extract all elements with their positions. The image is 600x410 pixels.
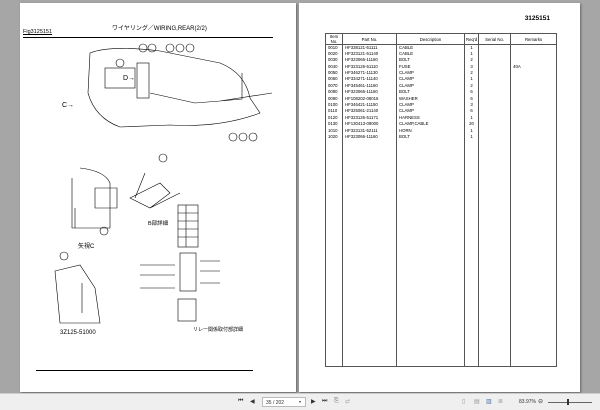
zoom-slider[interactable]	[548, 402, 592, 403]
b-detail-label: B部詳細	[148, 219, 169, 227]
fit-icon[interactable]: ⇄	[345, 398, 350, 405]
rotate-icon[interactable]: ⎘	[334, 398, 339, 405]
col-serial-no: Serial No.	[478, 33, 512, 45]
zoom-out-button[interactable]: ⊖	[538, 398, 543, 405]
view-c-label: 矢視C	[78, 242, 95, 250]
page-dropdown-icon[interactable]: ▾	[299, 399, 301, 404]
first-page-button[interactable]: ⏮	[238, 398, 243, 405]
drawing-page: Fig3125151 ワイヤリング／WIRING,REAR(2/2) C→ D→…	[20, 3, 296, 392]
empty-cell	[325, 140, 343, 368]
empty-cell	[510, 140, 557, 368]
bottom-rule	[36, 370, 253, 371]
zoom-slider-handle[interactable]	[567, 399, 569, 405]
relay-detail-label: リレー関係取付部詳細	[193, 326, 243, 333]
drawing-code: 3Z125-51000	[60, 330, 96, 336]
last-page-button[interactable]: ⏭	[322, 398, 327, 405]
col-reqd: Req'd	[463, 33, 480, 45]
col-part-no: Part No.	[342, 33, 397, 45]
document-number: 3125151	[524, 15, 550, 22]
col-description: Description	[396, 33, 465, 45]
two-page-view-icon[interactable]: ▥	[486, 398, 492, 405]
d-arrow-label: D→	[123, 75, 135, 82]
viewer-toolbar: ⏮ ◀ 35 / 202 ▾ ▶ ⏭ ⎘ ⇄ ▯ ▤ ▥ ≣ 83.97% ⊖	[0, 393, 600, 410]
two-page-continuous-icon[interactable]: ≣	[498, 398, 503, 405]
parts-table: Item No. Part No. Description Req'd Seri…	[325, 33, 557, 368]
empty-cell	[342, 140, 397, 368]
empty-cell	[478, 140, 512, 368]
continuous-view-icon[interactable]: ▤	[474, 398, 480, 405]
empty-cell	[463, 140, 480, 368]
col-remarks: Remarks	[510, 33, 557, 45]
parts-list-page: 3125151 Item No. Part No. Description Re…	[299, 3, 580, 392]
previous-page-button[interactable]: ◀	[250, 398, 255, 405]
next-page-button[interactable]: ▶	[311, 398, 316, 405]
table-filler	[325, 140, 557, 368]
col-item-no: Item No.	[325, 33, 343, 45]
c-arrow-label: C→	[62, 102, 74, 109]
empty-cell	[396, 140, 465, 368]
single-page-view-icon[interactable]: ▯	[462, 398, 465, 405]
zoom-level: 83.97%	[519, 399, 536, 405]
